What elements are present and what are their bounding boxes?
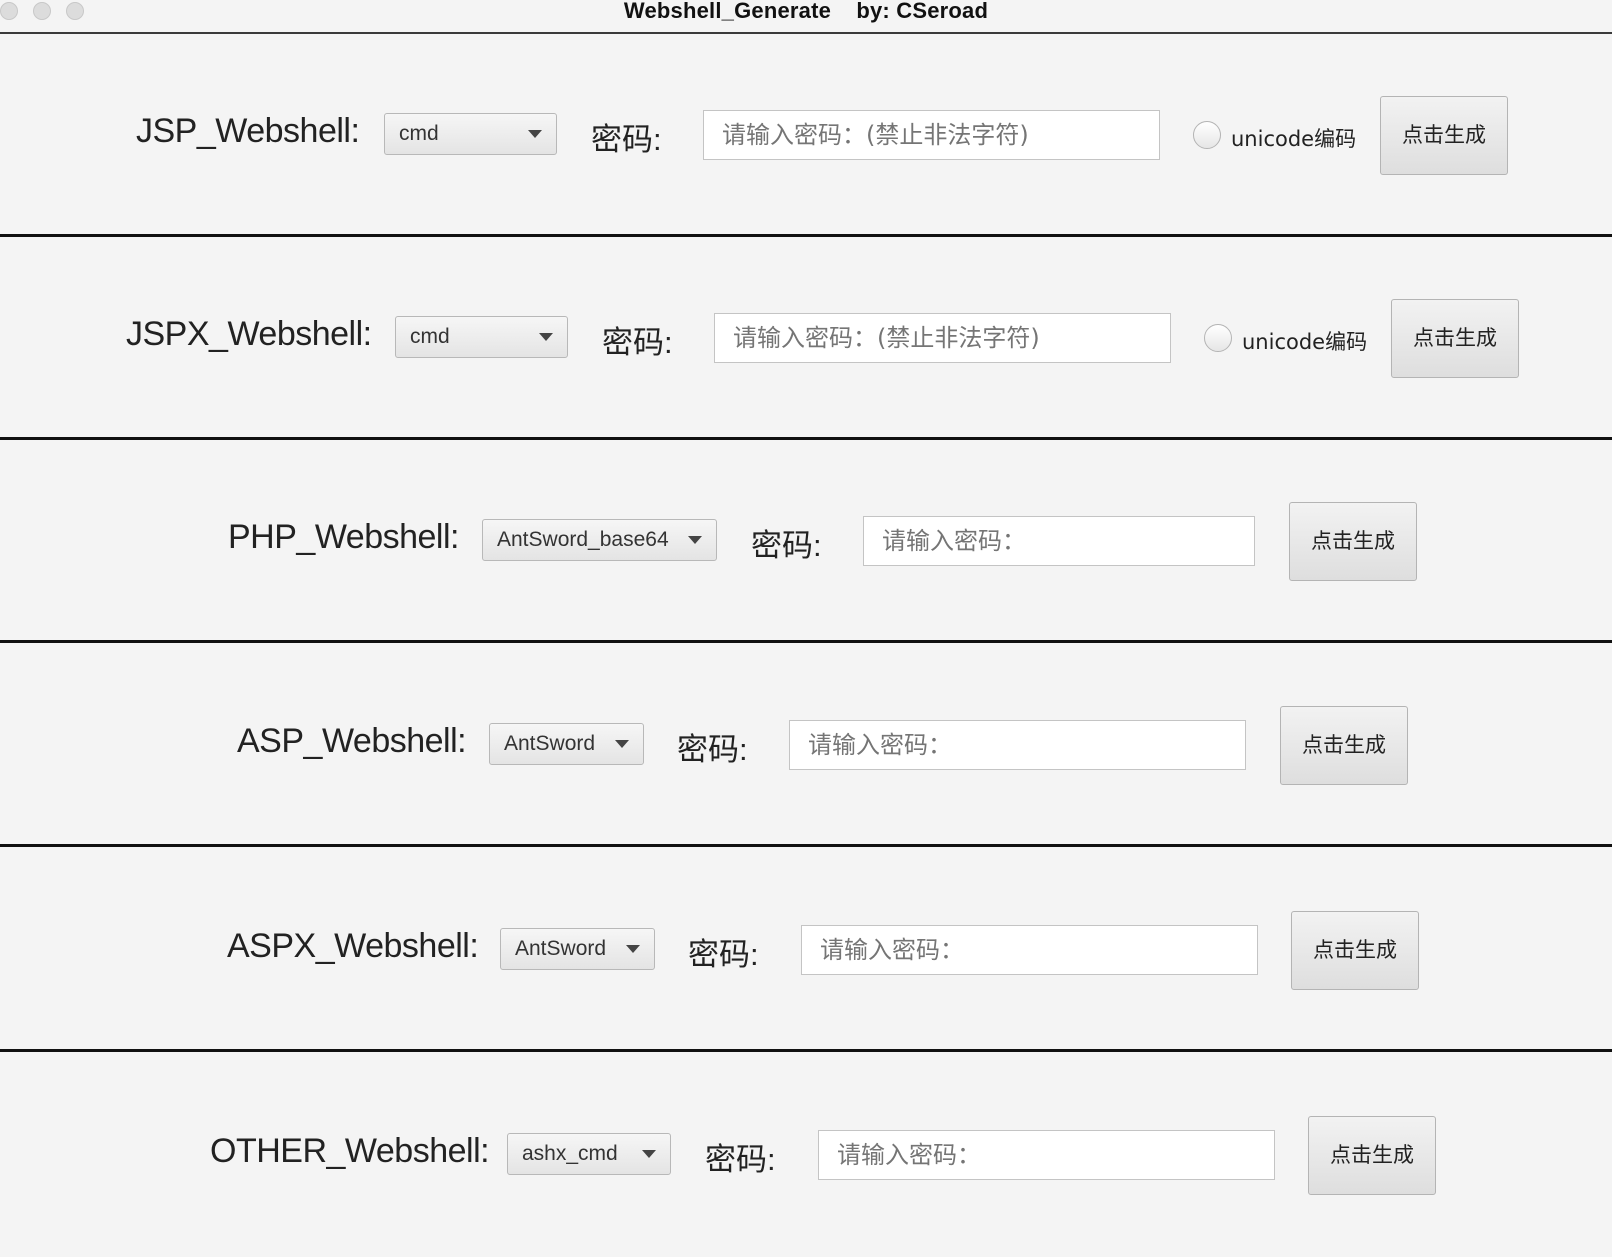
jspx-unicode-radio[interactable] [1204,324,1232,352]
jspx-webshell-row: JSPX_Webshell: cmd 密码: unicode编码 点击生成 [0,237,1612,440]
jsp-unicode-radio-label: unicode编码 [1231,127,1357,151]
other-type-select[interactable]: ashx_cmd [507,1133,671,1175]
aspx-type-select[interactable]: AntSword [500,928,655,970]
aspx-webshell-label: ASPX_Webshell: [227,927,479,965]
other-webshell-label: OTHER_Webshell: [210,1132,490,1170]
asp-password-input[interactable] [789,720,1246,770]
aspx-generate-button[interactable]: 点击生成 [1291,911,1419,990]
chevron-down-icon [615,740,629,748]
window-title: Webshell_Generate by: CSeroad [623,0,989,23]
other-type-select-value: ashx_cmd [522,1142,618,1165]
jspx-type-select-value: cmd [410,325,450,348]
jsp-generate-button[interactable]: 点击生成 [1380,96,1508,175]
aspx-password-input[interactable] [801,925,1258,975]
chevron-down-icon [642,1150,656,1158]
aspx-type-select-value: AntSword [515,937,607,960]
chevron-down-icon [539,333,553,341]
asp-password-label: 密码: [677,732,748,767]
jspx-webshell-label: JSPX_Webshell: [126,315,372,353]
jsp-password-input[interactable] [703,110,1160,160]
chevron-down-icon [626,945,640,953]
other-password-input[interactable] [818,1130,1275,1180]
jspx-unicode-radio-label: unicode编码 [1242,330,1368,354]
aspx-password-label: 密码: [688,937,759,972]
asp-type-select[interactable]: AntSword [489,723,644,765]
chevron-down-icon [528,130,542,138]
jsp-webshell-row: JSP_Webshell: cmd 密码: unicode编码 点击生成 [0,34,1612,237]
jspx-type-select[interactable]: cmd [395,316,568,358]
aspx-webshell-row: ASPX_Webshell: AntSword 密码: 点击生成 [0,849,1612,1052]
php-generate-button[interactable]: 点击生成 [1289,502,1417,581]
jsp-password-label: 密码: [591,122,662,157]
jspx-password-input[interactable] [714,313,1171,363]
asp-generate-button[interactable]: 点击生成 [1280,706,1408,785]
other-password-label: 密码: [705,1142,776,1177]
asp-webshell-row: ASP_Webshell: AntSword 密码: 点击生成 [0,644,1612,847]
php-type-select[interactable]: AntSword_base64 [482,519,717,561]
other-generate-button[interactable]: 点击生成 [1308,1116,1436,1195]
php-type-select-value: AntSword_base64 [497,528,669,551]
php-webshell-row: PHP_Webshell: AntSword_base64 密码: 点击生成 [0,440,1612,643]
jsp-type-select-value: cmd [399,122,439,145]
jspx-generate-button[interactable]: 点击生成 [1391,299,1519,378]
php-webshell-label: PHP_Webshell: [228,518,460,556]
window-titlebar: Webshell_Generate by: CSeroad [0,0,1612,34]
asp-type-select-value: AntSword [504,732,596,755]
other-webshell-row: OTHER_Webshell: ashx_cmd 密码: 点击生成 [0,1054,1612,1257]
php-password-label: 密码: [751,528,822,563]
jsp-unicode-radio[interactable] [1193,121,1221,149]
jspx-password-label: 密码: [602,325,673,360]
jsp-type-select[interactable]: cmd [384,113,557,155]
chevron-down-icon [688,536,702,544]
asp-webshell-label: ASP_Webshell: [237,722,467,760]
jsp-webshell-label: JSP_Webshell: [136,112,360,150]
php-password-input[interactable] [863,516,1255,566]
